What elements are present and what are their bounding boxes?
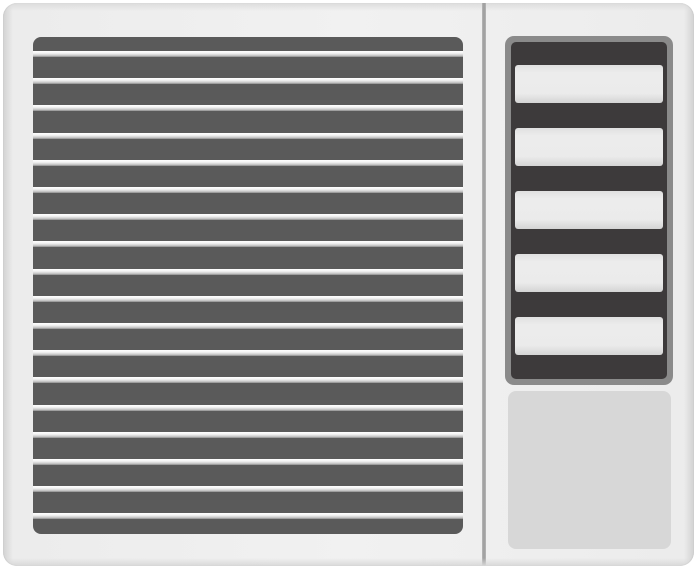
grille-slat	[33, 241, 463, 248]
grille-slat	[33, 78, 463, 85]
front-air-grille	[33, 37, 463, 534]
grille-slat	[33, 513, 463, 520]
air-louver[interactable]	[515, 65, 663, 103]
air-direction-louvers	[511, 42, 667, 379]
air-louver[interactable]	[515, 128, 663, 166]
window-air-conditioner	[3, 3, 694, 566]
grille-slat	[33, 323, 463, 329]
grille-slat	[33, 51, 463, 57]
grille-slat	[33, 431, 463, 438]
grille-slat	[33, 459, 463, 465]
grille-slat	[33, 132, 463, 139]
grille-slat	[33, 187, 463, 193]
grille-slat	[33, 214, 463, 221]
grille-slat	[33, 404, 463, 411]
grille-slat	[33, 105, 463, 112]
grille-slat	[33, 486, 463, 493]
air-louver[interactable]	[515, 191, 663, 229]
grille-slat	[33, 377, 463, 384]
air-louver[interactable]	[515, 317, 663, 355]
panel-divider	[482, 3, 486, 566]
air-vent-frame	[505, 36, 673, 385]
air-louver[interactable]	[515, 254, 663, 292]
grille-slat	[33, 268, 463, 275]
grille-slat	[33, 350, 463, 357]
grille-slat	[33, 159, 463, 166]
filter-access-panel[interactable]	[508, 391, 671, 549]
grille-slat	[33, 295, 463, 302]
